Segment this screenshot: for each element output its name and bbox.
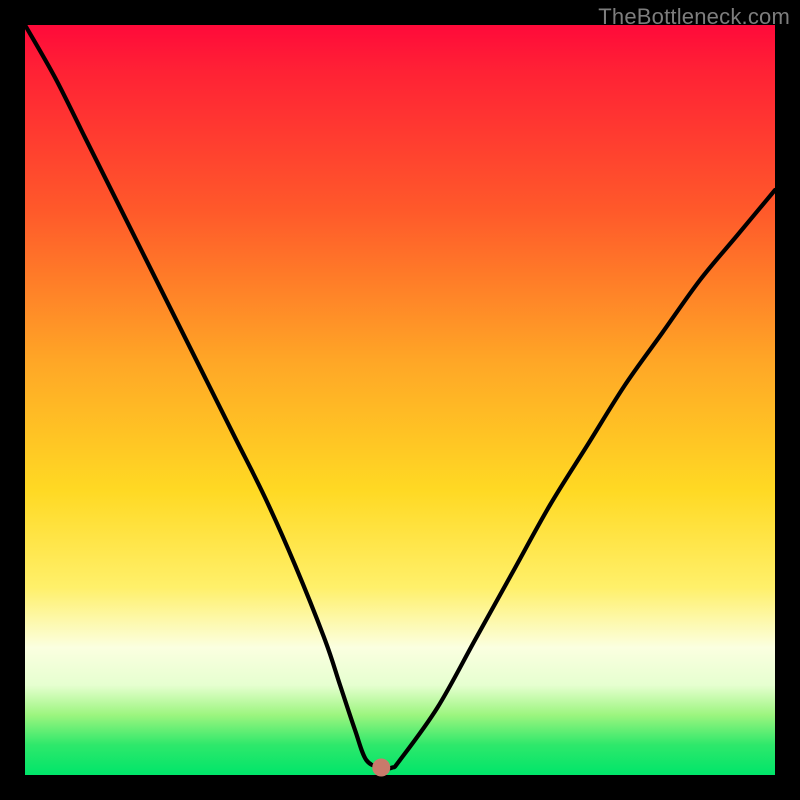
bottleneck-curve [25,25,775,768]
chart-frame: TheBottleneck.com [0,0,800,800]
watermark-text: TheBottleneck.com [598,4,790,30]
curve-layer [25,25,775,775]
min-marker [372,759,390,777]
plot-area [25,25,775,775]
